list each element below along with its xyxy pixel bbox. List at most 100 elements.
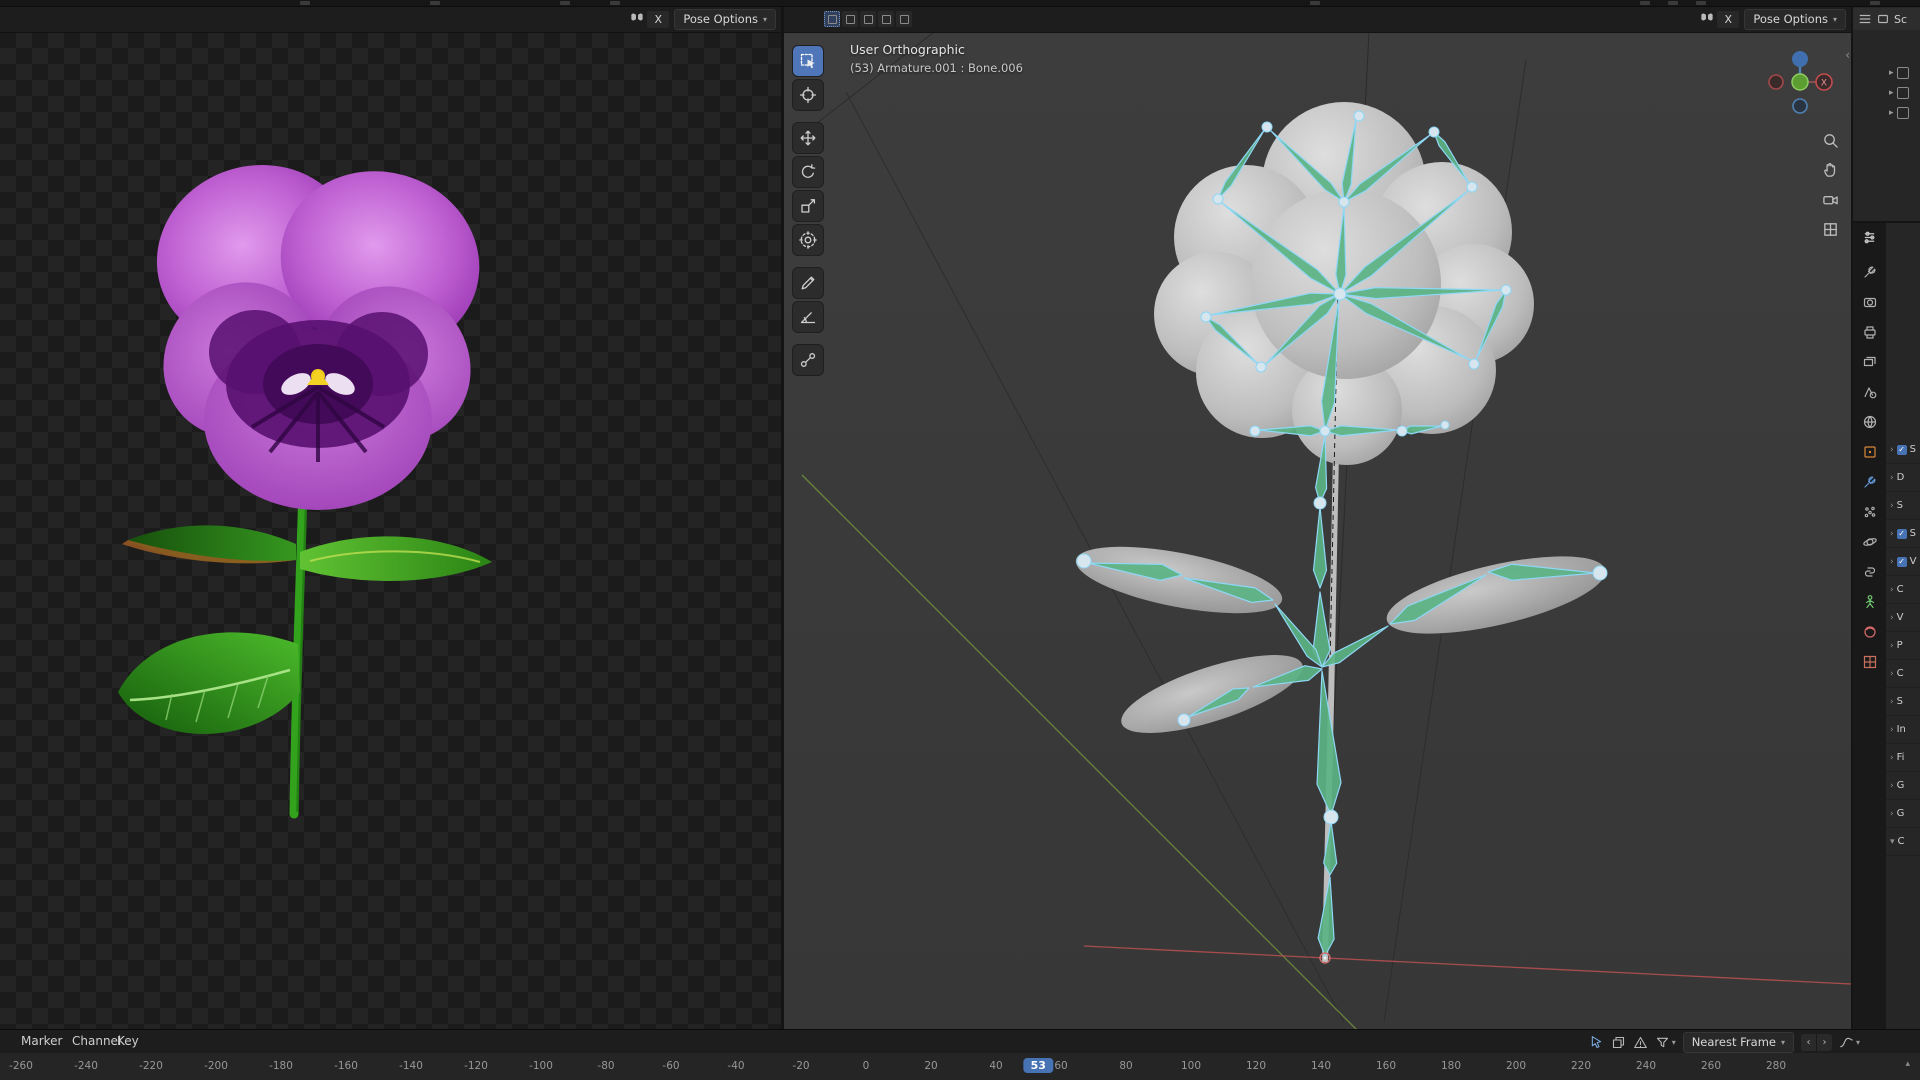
outliner-row[interactable]: ▸ [1853, 64, 1920, 81]
outliner-row[interactable]: ▸ [1853, 104, 1920, 121]
menu-view[interactable]: View [953, 0, 981, 2]
properties-tab-constraints[interactable] [1861, 563, 1878, 580]
bone-joint[interactable] [1313, 496, 1327, 510]
panel-header-S[interactable]: › S [1886, 688, 1920, 716]
current-frame-indicator[interactable]: 53 [1023, 1058, 1053, 1073]
jump-keyframe-buttons[interactable]: ‹ › [1800, 1033, 1832, 1051]
menu-marker[interactable]: Marker [21, 1034, 62, 1048]
sidebar-collapse-icon[interactable]: ‹ [1845, 48, 1850, 62]
properties-tab-material[interactable] [1861, 623, 1878, 640]
bone-joint[interactable] [1261, 121, 1273, 133]
pose-options-dropdown[interactable]: Pose Options ▾ [674, 8, 776, 30]
expand-icon[interactable]: ▴ [1905, 1059, 1910, 1069]
bone-joint[interactable] [1440, 420, 1450, 430]
filter-button[interactable]: ▾ [1655, 1035, 1676, 1050]
properties-tab-output[interactable] [1861, 323, 1878, 340]
bone-joint[interactable] [1396, 425, 1408, 437]
warning-toggle[interactable] [1633, 1035, 1648, 1050]
tool-cursor[interactable] [793, 80, 823, 110]
properties-tab-texture[interactable] [1861, 653, 1878, 670]
tool-settings-toggle[interactable] [860, 11, 876, 27]
properties-tab-tool[interactable] [1861, 263, 1878, 280]
playhead-snap-toggle[interactable] [1589, 1035, 1604, 1050]
interpolation-button[interactable]: ▾ [1839, 1035, 1860, 1050]
reference-canvas[interactable] [0, 32, 781, 1029]
editor-type-icon[interactable] [1858, 12, 1872, 26]
zoom-control[interactable] [1819, 129, 1841, 151]
viewport-canvas[interactable]: User Orthographic (53) Armature.001 : Bo… [784, 31, 1851, 1029]
properties-tab-particles[interactable] [1861, 503, 1878, 520]
panel-header-V[interactable]: › V [1886, 604, 1920, 632]
timeline-ruler[interactable]: ▴ -260 -240 -220 -200 -180 -160 -140 -120 -100 -8… [0, 1053, 1920, 1080]
mirror-x-toggle[interactable]: X [630, 10, 670, 28]
properties-tab-view-layer[interactable] [1861, 353, 1878, 370]
panel-header-G[interactable]: › G [1886, 800, 1920, 828]
tool-settings-toggle[interactable] [896, 11, 912, 27]
panel-header-S[interactable]: › S [1886, 492, 1920, 520]
panel-header-P[interactable]: › P [1886, 632, 1920, 660]
bone-joint[interactable] [1319, 425, 1331, 437]
tool-transform[interactable] [793, 225, 823, 255]
panel-checkbox[interactable]: ✓ [1896, 528, 1907, 539]
properties-tab-physics[interactable] [1861, 533, 1878, 550]
bone-joint[interactable] [1468, 358, 1480, 370]
panel-checkbox[interactable]: ✓ [1896, 556, 1907, 567]
properties-editor-icon[interactable] [1853, 226, 1886, 248]
tool-select-box[interactable] [793, 46, 823, 76]
tool-settings-toggle[interactable] [824, 11, 840, 27]
panel-checkbox[interactable]: ✓ [1896, 444, 1907, 455]
tool-pose-breakdowner[interactable] [793, 345, 823, 375]
tool-settings-toggle[interactable] [842, 11, 858, 27]
bone-joint[interactable] [1212, 193, 1224, 205]
pan-control[interactable] [1819, 158, 1841, 180]
bone-joint[interactable] [1333, 287, 1347, 301]
bone-joint[interactable] [1353, 110, 1365, 122]
panel-header-D[interactable]: › D [1886, 464, 1920, 492]
tool-rotate[interactable] [793, 157, 823, 187]
bone-joint[interactable] [1428, 126, 1440, 138]
tool-move[interactable] [793, 123, 823, 153]
bone[interactable] [1312, 506, 1328, 589]
panel-header-Fi[interactable]: › Fi [1886, 744, 1920, 772]
properties-tab-data[interactable] [1861, 593, 1878, 610]
ortho-toggle-control[interactable] [1819, 218, 1841, 240]
menu-channel[interactable]: Channel [72, 1034, 121, 1048]
menu-pose[interactable]: Pose [1047, 0, 1075, 2]
camera-view-control[interactable] [1819, 188, 1841, 210]
bone-joint[interactable] [1338, 196, 1350, 208]
properties-tab-modifiers[interactable] [1861, 473, 1878, 490]
tool-settings-toggle[interactable] [878, 11, 894, 27]
properties-tab-render[interactable] [1861, 293, 1878, 310]
panel-header-C[interactable]: › C [1886, 576, 1920, 604]
bone-joint[interactable] [1076, 553, 1092, 569]
bone-joint[interactable] [1249, 425, 1261, 437]
panel-header-S[interactable]: › ✓ S [1886, 520, 1920, 548]
bone-joint[interactable] [1323, 809, 1339, 825]
bone-joint[interactable] [1200, 311, 1212, 323]
outliner-row[interactable]: ▸ [1853, 84, 1920, 101]
menu-key[interactable]: Key [117, 1034, 139, 1048]
overlap-toggle[interactable] [1611, 1035, 1626, 1050]
panel-header-V[interactable]: › ✓ V [1886, 548, 1920, 576]
panel-header-S[interactable]: › ✓ S [1886, 436, 1920, 464]
panel-header-G[interactable]: › G [1886, 772, 1920, 800]
tool-measure[interactable] [793, 302, 823, 332]
panel-header-In[interactable]: › In [1886, 716, 1920, 744]
snap-mode-dropdown[interactable]: Nearest Frame ▾ [1682, 1031, 1794, 1053]
properties-tab-world[interactable] [1861, 413, 1878, 430]
menu-select[interactable]: Select [995, 0, 1032, 2]
panel-header-C[interactable]: ▾ C [1886, 828, 1920, 856]
pose-options-dropdown[interactable]: Pose Options ▾ [1744, 8, 1846, 30]
properties-tab-scene[interactable] [1861, 383, 1878, 400]
properties-tab-object[interactable] [1861, 443, 1878, 460]
panel-header-C[interactable]: › C [1886, 660, 1920, 688]
navigation-gizmo[interactable]: X [1765, 48, 1835, 118]
bone-joint[interactable] [1177, 713, 1191, 727]
tool-annotate[interactable] [793, 268, 823, 298]
bone-joint[interactable] [1500, 284, 1512, 296]
mirror-x-toggle[interactable]: X [1700, 10, 1740, 28]
bone-joint[interactable] [1255, 361, 1267, 373]
bone-joint[interactable] [1592, 565, 1608, 581]
bone-joint[interactable] [1466, 181, 1478, 193]
tool-scale[interactable] [793, 191, 823, 221]
